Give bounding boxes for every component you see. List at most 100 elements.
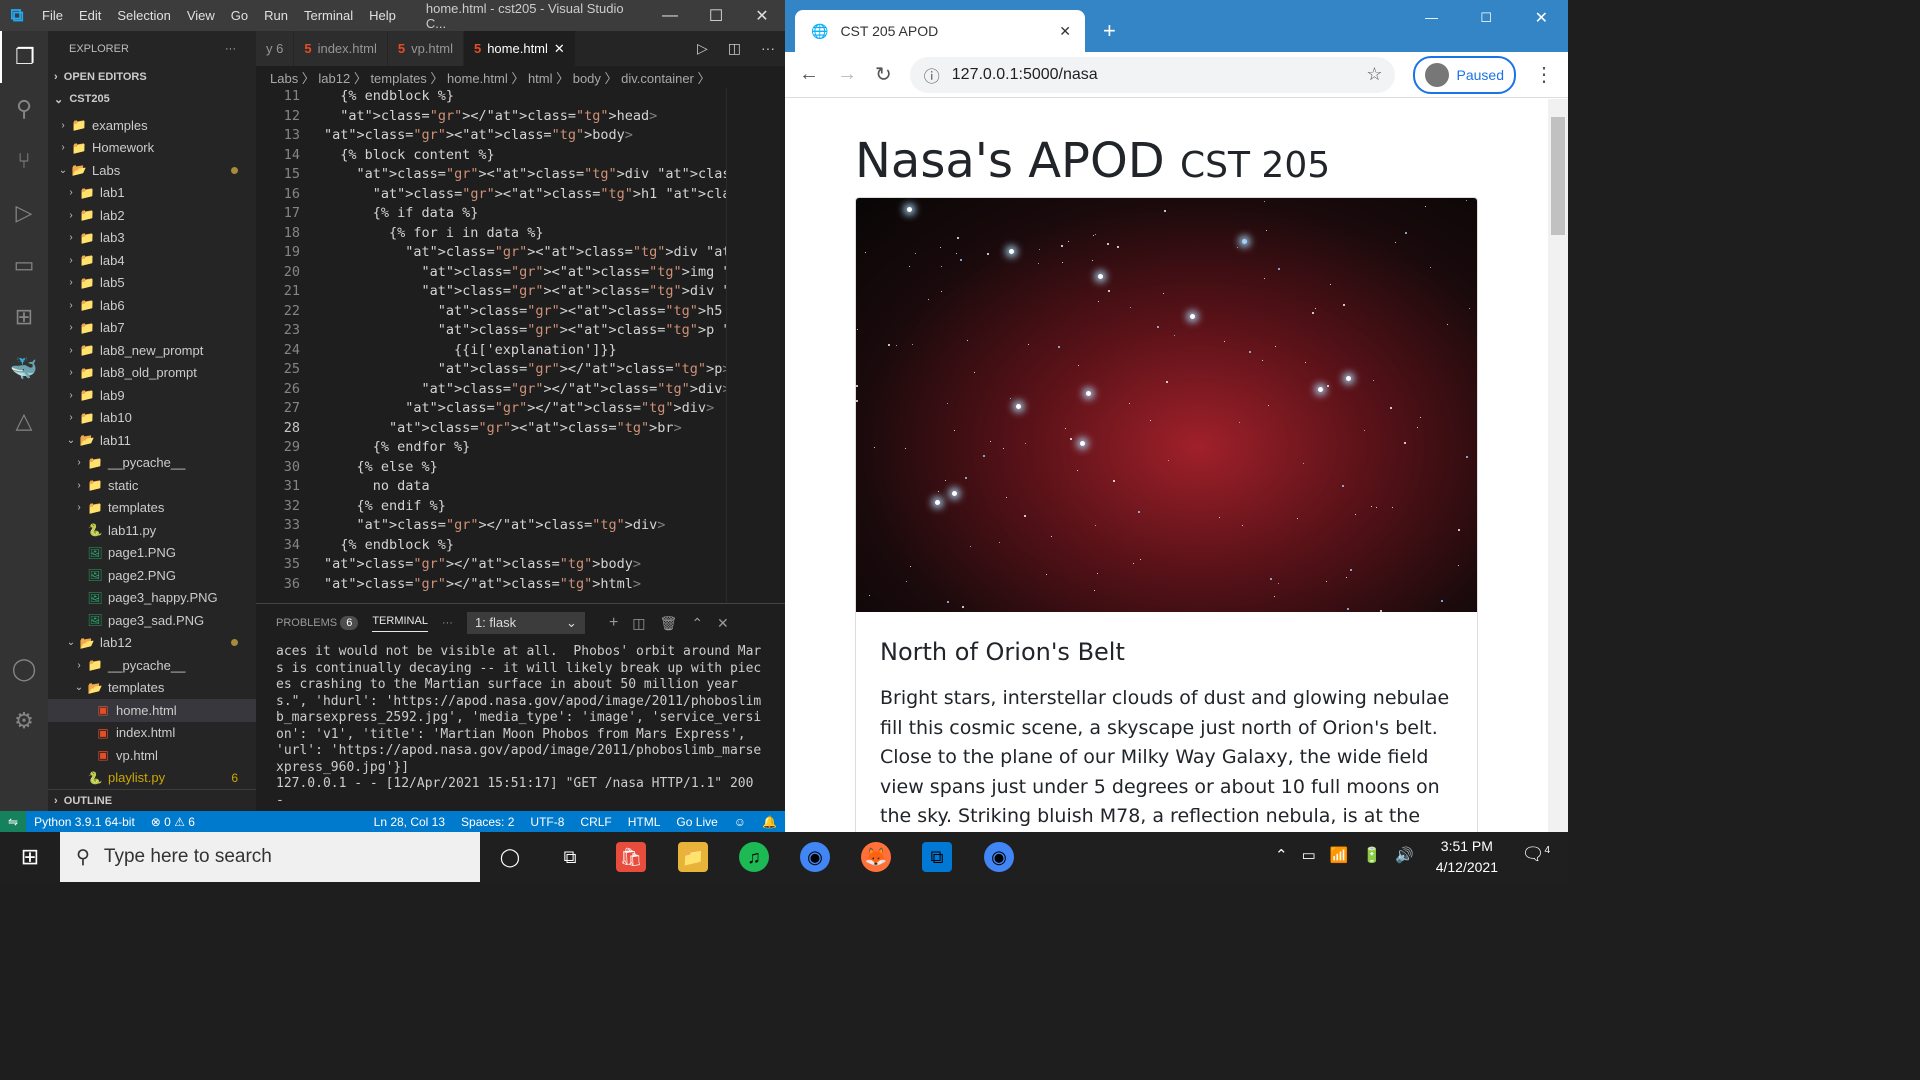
tree-item[interactable]: › 📁 lab4 bbox=[48, 249, 256, 272]
tree-item[interactable]: ⌄ 📂 templates bbox=[48, 677, 256, 700]
more-icon[interactable]: ··· bbox=[751, 31, 785, 66]
close-icon[interactable]: ✕ bbox=[739, 6, 785, 26]
open-editors-section[interactable]: › OPEN EDITORS bbox=[48, 66, 256, 88]
tree-item[interactable]: 🐍 lab11.py bbox=[48, 519, 256, 542]
clock[interactable]: 3:51 PM 4/12/2021 bbox=[1436, 836, 1498, 878]
go-live-button[interactable]: Go Live bbox=[668, 815, 725, 829]
back-icon[interactable]: ← bbox=[799, 63, 819, 86]
menu-edit[interactable]: Edit bbox=[71, 8, 109, 23]
system-tray[interactable]: ⌃ ▭ 📶 🔋 🔊 bbox=[1275, 846, 1414, 864]
editor-tab[interactable]: 5 index.html bbox=[294, 31, 388, 66]
menu-view[interactable]: View bbox=[179, 8, 223, 23]
editor-tab[interactable]: 5 home.html ✕ bbox=[463, 31, 576, 66]
maximize-panel-icon[interactable]: ⌃ bbox=[691, 615, 703, 632]
tree-item[interactable]: › 📁 __pycache__ bbox=[48, 452, 256, 475]
cortana-icon[interactable]: ◯ bbox=[495, 842, 525, 872]
tree-item[interactable]: › 📁 lab9 bbox=[48, 384, 256, 407]
minimize-icon[interactable]: — bbox=[1425, 10, 1438, 25]
chrome-icon[interactable]: ◉ bbox=[800, 842, 830, 872]
more-actions-icon[interactable]: ··· bbox=[225, 43, 236, 55]
terminal-tab[interactable]: TERMINAL bbox=[372, 615, 428, 632]
tree-item[interactable]: ⌄ 📂 Labs bbox=[48, 159, 256, 182]
notifications-bell-icon[interactable]: 🔔 bbox=[754, 815, 785, 829]
python-interpreter[interactable]: Python 3.9.1 64-bit bbox=[26, 815, 143, 829]
tree-item[interactable]: ⌄ 📂 lab11 bbox=[48, 429, 256, 452]
new-tab-icon[interactable]: + bbox=[1103, 18, 1116, 44]
azure-icon[interactable]: △ bbox=[0, 395, 48, 447]
terminal-output[interactable]: aces it would not be visible at all. Pho… bbox=[256, 642, 785, 811]
minimize-icon[interactable]: — bbox=[647, 7, 693, 25]
tree-item[interactable]: › 📁 __pycache__ bbox=[48, 654, 256, 677]
tree-item[interactable]: ⌄ 📂 lab12 bbox=[48, 632, 256, 655]
tree-item[interactable]: 🖼 page3_sad.PNG bbox=[48, 609, 256, 632]
search-icon[interactable]: ⚲ bbox=[0, 83, 48, 135]
browser-tab[interactable]: 🌐 CST 205 APOD ✕ bbox=[795, 10, 1085, 52]
tree-item[interactable]: ▣ vp.html bbox=[48, 744, 256, 767]
minimap[interactable] bbox=[726, 88, 782, 603]
tree-item[interactable]: › 📁 lab2 bbox=[48, 204, 256, 227]
menu-run[interactable]: Run bbox=[256, 8, 296, 23]
firefox-icon[interactable]: 🦊 bbox=[861, 842, 891, 872]
page-scrollbar[interactable] bbox=[1548, 99, 1568, 832]
tree-item[interactable]: 🖼 page1.PNG bbox=[48, 542, 256, 565]
tree-item[interactable]: ▣ index.html bbox=[48, 722, 256, 745]
tree-item[interactable]: 🐍 playlist.py 6 bbox=[48, 767, 256, 790]
encoding[interactable]: UTF-8 bbox=[522, 815, 572, 829]
problems-tab[interactable]: PROBLEMS 6 bbox=[276, 616, 359, 630]
tree-item[interactable]: 🖼 page3_happy.PNG bbox=[48, 587, 256, 610]
terminal-select[interactable]: 1: flask ⌄ bbox=[466, 612, 585, 634]
split-editor-icon[interactable]: ◫ bbox=[718, 31, 751, 66]
chrome-active-icon[interactable]: ◉ bbox=[984, 842, 1014, 872]
profile-paused-button[interactable]: Paused bbox=[1412, 55, 1516, 94]
maximize-icon[interactable]: ☐ bbox=[1480, 10, 1492, 26]
tree-item[interactable]: › 📁 lab6 bbox=[48, 294, 256, 317]
tree-item[interactable]: › 📁 lab5 bbox=[48, 272, 256, 295]
cursor-position[interactable]: Ln 28, Col 13 bbox=[366, 815, 453, 829]
accounts-icon[interactable]: ◯ bbox=[0, 643, 48, 695]
tree-item[interactable]: › 📁 Homework bbox=[48, 137, 256, 160]
trash-icon[interactable]: 🗑 bbox=[660, 615, 678, 632]
problems-status[interactable]: ⊗ 0 ⚠ 6 bbox=[143, 815, 203, 829]
tree-item[interactable]: › 📁 lab1 bbox=[48, 182, 256, 205]
tree-item[interactable]: › 📁 lab8_old_prompt bbox=[48, 362, 256, 385]
close-tab-icon[interactable]: ✕ bbox=[1059, 23, 1071, 40]
tree-item[interactable]: › 📁 lab8_new_prompt bbox=[48, 339, 256, 362]
run-debug-icon[interactable]: ▷ bbox=[0, 187, 48, 239]
vscode-taskbar-icon[interactable]: ⧉ bbox=[922, 842, 952, 872]
explorer-icon[interactable]: ❐ bbox=[0, 31, 48, 83]
panel-more-icon[interactable]: ··· bbox=[442, 617, 453, 629]
chrome-menu-icon[interactable]: ⋮ bbox=[1534, 62, 1554, 87]
run-icon[interactable]: ▷ bbox=[687, 31, 718, 66]
breadcrumb[interactable]: Labs 〉 lab12 〉 templates 〉 home.html 〉 h… bbox=[256, 66, 785, 88]
settings-gear-icon[interactable]: ⚙ bbox=[0, 695, 48, 747]
language-mode[interactable]: HTML bbox=[620, 815, 669, 829]
tree-item[interactable]: › 📁 lab10 bbox=[48, 407, 256, 430]
editor-tab[interactable]: 5 vp.html bbox=[387, 31, 464, 66]
tree-item[interactable]: › 📁 lab7 bbox=[48, 317, 256, 340]
windows-start-icon[interactable]: ⊞ bbox=[0, 844, 60, 870]
menu-file[interactable]: File bbox=[34, 8, 71, 23]
info-icon[interactable]: ⓘ bbox=[924, 63, 940, 87]
tree-item[interactable]: › 📁 lab3 bbox=[48, 227, 256, 250]
spotify-icon[interactable]: ♫ bbox=[739, 842, 769, 872]
line-ending[interactable]: CRLF bbox=[572, 815, 619, 829]
file-explorer-icon[interactable]: 📁 bbox=[678, 842, 708, 872]
forward-icon[interactable]: → bbox=[837, 63, 857, 86]
menu-terminal[interactable]: Terminal bbox=[296, 8, 361, 23]
docker-icon[interactable]: 🐳 bbox=[0, 343, 48, 395]
menu-help[interactable]: Help bbox=[361, 8, 404, 23]
tree-item[interactable]: 🖼 page2.PNG bbox=[48, 564, 256, 587]
remote-explorer-icon[interactable]: ▭ bbox=[0, 239, 48, 291]
extensions-icon[interactable]: ⊞ bbox=[0, 291, 48, 343]
tree-item[interactable]: › 📁 templates bbox=[48, 497, 256, 520]
outline-section[interactable]: › OUTLINE bbox=[48, 789, 256, 811]
tree-item[interactable]: ▣ home.html bbox=[48, 699, 256, 722]
tree-item[interactable]: › 📁 examples bbox=[48, 114, 256, 137]
notification-center-icon[interactable]: 🗨4 bbox=[1522, 844, 1550, 865]
url-field[interactable]: ⓘ 127.0.0.1:5000/nasa ☆ bbox=[909, 56, 1395, 93]
scroll-thumb[interactable] bbox=[1551, 117, 1565, 235]
taskbar-search[interactable]: ⚲ Type here to search bbox=[60, 832, 480, 882]
bookmark-star-icon[interactable]: ☆ bbox=[1366, 64, 1382, 85]
menu-go[interactable]: Go bbox=[223, 8, 256, 23]
split-terminal-icon[interactable]: ◫ bbox=[632, 615, 645, 632]
